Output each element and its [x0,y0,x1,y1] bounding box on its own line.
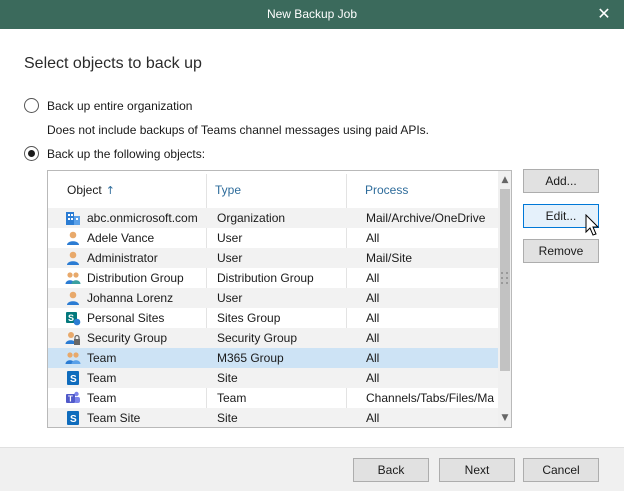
m365-group-icon [65,350,81,366]
cell-type: Sites Group [217,311,281,325]
cell-process: All [366,291,380,305]
svg-text:T: T [68,395,73,404]
close-icon[interactable]: ✕ [594,4,614,24]
radio-label: Back up the following objects: [47,146,206,161]
page-heading: Select objects to back up [24,55,202,72]
organization-icon [65,210,81,226]
user-icon [65,290,81,306]
sites-group-icon: S [65,310,81,326]
cell-type: User [217,231,243,245]
resize-grip-icon[interactable] [501,272,509,286]
cell-process: All [366,271,380,285]
vertical-scrollbar[interactable]: ▲ ▼ [498,171,511,427]
radio-label: Back up entire organization [47,98,193,113]
next-button[interactable]: Next [439,458,515,482]
group-icon [65,270,81,286]
column-header-object[interactable]: Object ↑ [67,183,115,197]
user-icon [65,250,81,266]
column-header-object-label: Object [67,183,102,197]
cell-type: Distribution Group [217,271,314,285]
teams-icon: T [65,390,81,406]
cell-process: All [366,411,380,425]
cell-object: Personal Sites [87,311,165,325]
cell-object: Security Group [87,331,168,345]
table-row[interactable]: S Team Site Site All [48,408,498,427]
entire-org-note: Does not include backups of Teams channe… [47,123,430,137]
table-row[interactable]: Johanna Lorenz User All [48,288,498,308]
cell-process: All [366,331,380,345]
security-group-icon [65,330,81,346]
title-bar: New Backup Job ✕ [0,0,624,29]
mouse-pointer-icon [585,214,600,236]
table-row[interactable]: Administrator User Mail/Site [48,248,498,268]
cell-type: User [217,251,243,265]
cell-object: Team [87,371,117,385]
list-header: Object ↑ Type Process [48,171,498,209]
svg-text:S: S [68,313,74,323]
cell-object: Team Site [87,411,141,425]
scroll-down-icon[interactable]: ▼ [498,411,511,425]
table-row[interactable]: S Personal Sites Sites Group All [48,308,498,328]
user-icon [65,230,81,246]
cell-process: All [366,311,380,325]
cell-object: Team [87,351,117,365]
add-button[interactable]: Add... [523,169,599,193]
cell-type: Security Group [217,331,298,345]
scroll-up-icon[interactable]: ▲ [498,173,511,187]
table-row[interactable]: Security Group Security Group All [48,328,498,348]
svg-text:S: S [70,374,77,385]
cell-process: All [366,351,380,365]
objects-list[interactable]: Object ↑ Type Process abc.onmicrosoft.com… [47,170,512,428]
cell-object: abc.onmicrosoft.com [87,211,198,225]
svg-text:S: S [70,414,77,425]
radio-following-objects[interactable]: Back up the following objects: [24,146,205,161]
cell-object: Administrator [87,251,158,265]
table-row[interactable]: Distribution Group Distribution Group All [48,268,498,288]
cancel-button[interactable]: Cancel [523,458,599,482]
list-rows: abc.onmicrosoft.com Organization Mail/Arch… [48,208,498,427]
cell-object: Adele Vance [87,231,155,245]
cell-process: All [366,371,380,385]
table-row[interactable]: Team M365 Group All [48,348,498,368]
cell-type: M365 Group [217,351,284,365]
cell-type: Site [217,371,238,385]
table-row[interactable]: abc.onmicrosoft.com Organization Mail/Arch… [48,208,498,228]
cell-type: Site [217,411,238,425]
sharepoint-site-icon: S [65,410,81,426]
table-row[interactable]: Adele Vance User All [48,228,498,248]
radio-circle[interactable] [24,98,39,113]
cell-object: Distribution Group [87,271,184,285]
dialog-footer: Back Next Cancel [0,447,624,491]
cell-process: Mail/Archive/OneDrive [366,211,486,225]
cell-process: Channels/Tabs/Files/Mail [366,391,494,405]
cell-object: Team [87,391,117,405]
remove-button[interactable]: Remove [523,239,599,263]
window-title: New Backup Job [266,7,358,21]
sharepoint-site-icon: S [65,370,81,386]
column-header-process[interactable]: Process [365,183,408,197]
cell-type: Organization [217,211,286,225]
cell-process: Mail/Site [366,251,413,265]
radio-circle-checked[interactable] [24,146,39,161]
cell-process: All [366,231,380,245]
column-header-type[interactable]: Type [215,183,241,197]
back-button[interactable]: Back [353,458,429,482]
cell-type: Team [217,391,247,405]
radio-entire-organization[interactable]: Back up entire organization [24,98,192,113]
table-row[interactable]: S Team Site All [48,368,498,388]
table-row[interactable]: T Team Team Channels/Tabs/Files/Mail [48,388,498,408]
sort-ascending-icon: ↑ [105,184,115,197]
cell-type: User [217,291,243,305]
cell-object: Johanna Lorenz [87,291,174,305]
